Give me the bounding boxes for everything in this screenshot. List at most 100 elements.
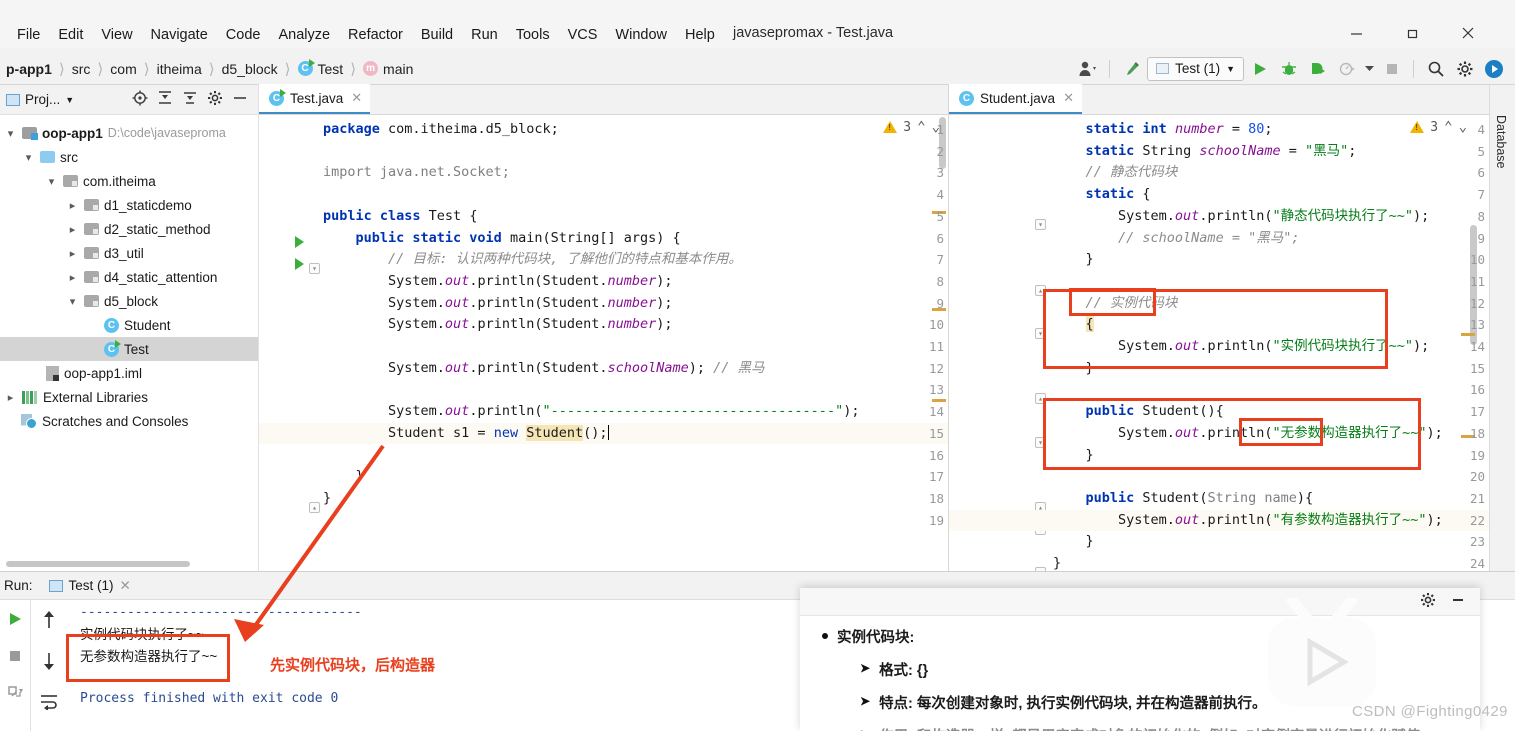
menu-item-view[interactable]: View (92, 24, 141, 46)
breadcrumb-item-d5block[interactable]: d5_block (218, 61, 282, 77)
code-line[interactable]: static int number = 80; (1053, 119, 1489, 141)
scroll-down-icon[interactable] (40, 651, 58, 674)
code-line[interactable]: System.out.println(Student.number); (323, 271, 948, 293)
maximize-icon[interactable] (1390, 18, 1434, 48)
menu-item-analyze[interactable]: Analyze (269, 24, 339, 46)
code-line[interactable]: // schoolName = "黑马"; (1053, 228, 1489, 250)
close-icon[interactable]: ✕ (1063, 90, 1074, 106)
collapse-all-icon[interactable] (157, 90, 173, 109)
breadcrumb-item-itheima[interactable]: itheima (153, 61, 206, 77)
project-horizontal-scrollbar[interactable] (6, 561, 190, 567)
run-icon[interactable] (1246, 55, 1273, 82)
code-line[interactable]: import java.net.Socket; (323, 162, 948, 184)
chevron-down-icon[interactable]: ▾ (66, 295, 79, 308)
tree-item-d1-staticdemo[interactable]: ▸ d1_staticdemo (0, 193, 258, 217)
menu-item-window[interactable]: Window (606, 24, 676, 46)
tree-item-oop-app1[interactable]: ▾ oop-app1 D:\code\javaseproma (0, 121, 258, 145)
stop-icon[interactable] (6, 647, 24, 668)
code-line[interactable]: package com.itheima.d5_block; (323, 119, 948, 141)
tree-item-src[interactable]: ▾ src (0, 145, 258, 169)
fold-icon[interactable]: ▴ (1035, 285, 1046, 296)
code-line[interactable] (323, 336, 948, 358)
code-line[interactable]: static String schoolName = "黑马"; (1053, 141, 1489, 163)
code-line[interactable] (323, 141, 948, 163)
code-line[interactable]: } (1053, 553, 1489, 571)
code-line[interactable]: // 目标: 认识两种代码块, 了解他们的特点和基本作用。 (323, 249, 948, 271)
stop-icon[interactable] (1378, 55, 1405, 82)
breadcrumb-item-test[interactable]: C Test (294, 59, 348, 77)
code-line[interactable]: public static void main(String[] args) { (323, 228, 948, 250)
fold-icon[interactable]: ▴ (309, 502, 320, 513)
code-line[interactable]: } (323, 488, 948, 510)
code-line[interactable]: } (1053, 358, 1489, 380)
chevron-down-icon[interactable] (1362, 55, 1376, 82)
close-icon[interactable]: ✕ (351, 90, 362, 106)
chevron-down-icon[interactable]: ▾ (22, 151, 35, 164)
code-line[interactable] (323, 510, 948, 532)
code-line[interactable]: } (1053, 531, 1489, 553)
code-line[interactable]: // 静态代码块 (1053, 162, 1489, 184)
dump-threads-icon[interactable] (6, 684, 24, 705)
code-line[interactable]: System.out.println(Student.number); (323, 314, 948, 336)
code-line[interactable]: } (323, 466, 948, 488)
soft-wrap-icon[interactable] (39, 692, 59, 713)
code-line[interactable]: static { (1053, 184, 1489, 206)
chevron-down-icon[interactable]: ▾ (45, 175, 58, 188)
debug-icon[interactable] (1275, 55, 1302, 82)
scroll-up-icon[interactable] (40, 610, 58, 633)
expand-icon[interactable] (182, 90, 198, 109)
tab-student-java[interactable]: C Student.java ✕ (949, 84, 1082, 114)
code-line[interactable]: System.out.println("静态代码块执行了~~"); (1053, 206, 1489, 228)
settings-icon[interactable] (207, 90, 223, 109)
code-line[interactable]: public Student(String name){ (1053, 488, 1489, 510)
code-line[interactable]: { (1053, 314, 1489, 336)
minimize-icon[interactable] (1450, 592, 1466, 611)
menu-item-refactor[interactable]: Refactor (339, 24, 412, 46)
chevron-right-icon[interactable]: ▸ (66, 199, 79, 212)
run-configuration-selector[interactable]: Test (1) ▼ (1147, 56, 1244, 81)
hide-panel-icon[interactable] (232, 90, 248, 109)
settings-icon[interactable] (1451, 55, 1478, 82)
chevron-right-icon[interactable]: ▸ (4, 391, 17, 404)
tree-item-com-itheima[interactable]: ▾ com.itheima (0, 169, 258, 193)
menu-item-build[interactable]: Build (412, 24, 462, 46)
code-line[interactable]: public class Test { (323, 206, 948, 228)
code-line[interactable]: System.out.println("无参数构造器执行了~~"); (1053, 423, 1489, 445)
profiler-icon[interactable] (1333, 55, 1360, 82)
code-line[interactable] (1053, 466, 1489, 488)
fold-icon[interactable]: ▾ (309, 263, 320, 274)
locate-icon[interactable] (132, 90, 148, 109)
chevron-right-icon[interactable]: ▸ (66, 247, 79, 260)
code-line[interactable]: System.out.println(Student.number); (323, 293, 948, 315)
code-line[interactable]: } (1053, 445, 1489, 467)
settings-icon[interactable] (1420, 592, 1436, 611)
project-title[interactable]: Proj... ▼ (6, 92, 74, 107)
breadcrumb-item-com[interactable]: com (106, 61, 140, 77)
tree-item-iml[interactable]: oop-app1.iml (0, 361, 258, 385)
idea-logo-icon[interactable] (1480, 55, 1507, 82)
tree-item-d5-block[interactable]: ▾ d5_block (0, 289, 258, 313)
code-area-right[interactable]: 3 ⌃ ⌄ ▾ ▴ ▾ ▴ ▾ ▴ ▾ ▴ 4 static int numbe… (949, 115, 1489, 571)
breadcrumb-item-src[interactable]: src (68, 61, 95, 77)
code-line[interactable] (323, 445, 948, 467)
breadcrumb-item-main[interactable]: m main (359, 61, 417, 77)
code-line[interactable] (1053, 379, 1489, 401)
menu-item-edit[interactable]: Edit (49, 24, 92, 46)
tree-item-d4-static-attention[interactable]: ▸ d4_static_attention (0, 265, 258, 289)
fold-icon[interactable]: ▾ (1035, 437, 1046, 448)
code-line[interactable]: public Student(){ (1053, 401, 1489, 423)
user-icon[interactable] (1074, 55, 1101, 82)
fold-icon[interactable]: ▾ (1035, 328, 1046, 339)
chevron-down-icon[interactable]: ▾ (4, 127, 17, 140)
breadcrumb-item-project[interactable]: p-app1 (2, 61, 56, 77)
close-icon[interactable] (1446, 18, 1490, 48)
tree-item-d3-util[interactable]: ▸ d3_util (0, 241, 258, 265)
code-line[interactable]: // 实例代码块 (1053, 293, 1489, 315)
chevron-right-icon[interactable]: ▸ (66, 271, 79, 284)
code-line[interactable] (323, 184, 948, 206)
tool-window-tab-database[interactable]: Database (1494, 95, 1508, 169)
code-line[interactable] (323, 379, 948, 401)
menu-item-vcs[interactable]: VCS (559, 24, 607, 46)
tree-item-student[interactable]: C Student (0, 313, 258, 337)
video-play-overlay-icon[interactable] (1262, 598, 1382, 710)
